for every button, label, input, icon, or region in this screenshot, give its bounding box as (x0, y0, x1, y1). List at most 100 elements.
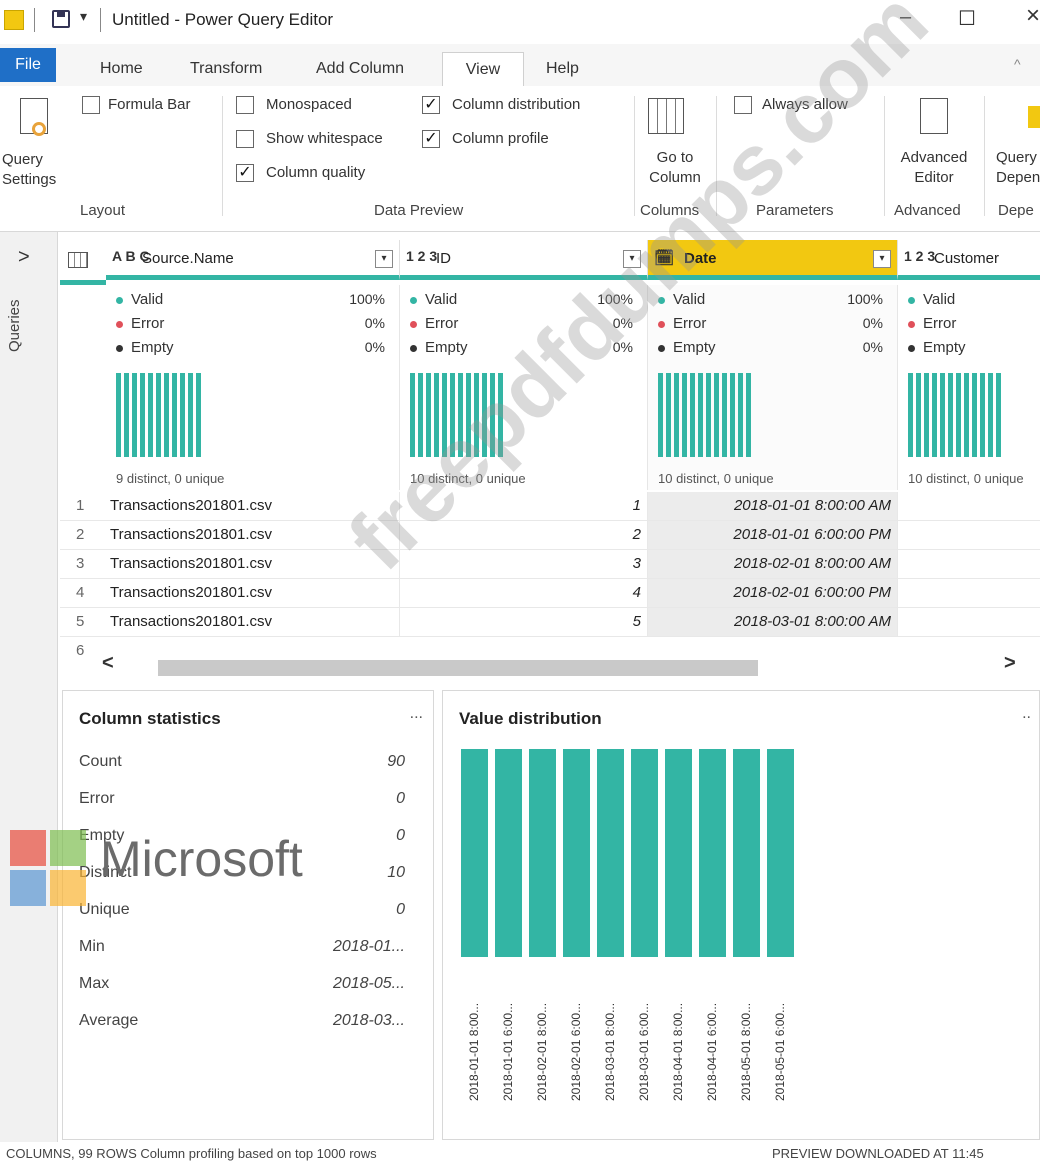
cell-date[interactable]: 2018-01-01 6:00:00 PM (648, 521, 898, 549)
stat-value: 2018-05... (332, 975, 405, 992)
filter-dropdown-icon[interactable]: ▾ (873, 250, 891, 268)
chevron-right-icon[interactable]: > (18, 246, 30, 269)
divider (34, 8, 35, 32)
query-settings-button[interactable]: Query Settings (0, 92, 70, 192)
table-row[interactable]: 5 Transactions201801.csv 5 2018-03-01 8:… (60, 608, 1040, 637)
row-number: 3 (76, 555, 85, 572)
column-name: Customer (934, 250, 1000, 267)
valid-percent: 100% (349, 291, 385, 307)
group-dependencies-label: Depe (998, 202, 1034, 219)
divider (634, 96, 635, 216)
horizontal-scrollbar[interactable]: < > (94, 652, 1030, 678)
cell-date[interactable]: 2018-03-01 8:00:00 AM (648, 608, 898, 636)
logo-yellow-square (50, 870, 86, 906)
column-quality-checkbox[interactable]: ✓ (236, 164, 254, 182)
scrollbar-thumb[interactable] (158, 660, 758, 676)
distribution-bar[interactable] (767, 749, 794, 957)
distribution-bar[interactable] (563, 749, 590, 957)
query-settings-label: Query Settings (2, 151, 57, 188)
cell-date[interactable]: 2018-01-01 8:00:00 AM (648, 492, 898, 520)
distribution-bar[interactable] (529, 749, 556, 957)
distribution-bar[interactable] (699, 749, 726, 957)
distribution-bars (116, 373, 201, 457)
logo-red-square (10, 830, 46, 866)
tab-help[interactable]: Help (536, 52, 589, 86)
distribution-menu-icon[interactable]: .. (1022, 705, 1031, 723)
number-type-icon[interactable]: 1 2 3 (406, 248, 437, 264)
scroll-right-icon[interactable]: > (1004, 652, 1016, 675)
query-dependencies-label: Query Dependencies (996, 149, 1040, 186)
valid-percent: 100% (847, 291, 883, 307)
formula-bar-checkbox[interactable] (82, 96, 100, 114)
column-profile-checkbox[interactable]: ✓ (422, 130, 440, 148)
distribution-bars (658, 373, 751, 457)
distribution-bar[interactable] (733, 749, 760, 957)
distribution-bar[interactable] (461, 749, 488, 957)
cell-id[interactable]: 4 (400, 579, 648, 607)
close-button[interactable]: × (1026, 2, 1040, 30)
cell-source-name[interactable]: Transactions201801.csv (106, 579, 400, 607)
cell-id[interactable]: 5 (400, 608, 648, 636)
error-percent: 0% (364, 315, 385, 331)
column-name: Source.Name (142, 250, 234, 267)
column-statistics-title: Column statistics (79, 709, 221, 728)
column-distribution-checkbox[interactable]: ✓ (422, 96, 440, 114)
tab-file[interactable]: File (0, 48, 56, 82)
error-dot-icon (116, 320, 123, 328)
column-header-source-name[interactable]: A B C Source.Name ▾ (106, 240, 400, 280)
empty-dot-icon (410, 344, 417, 352)
group-data-preview-label: Data Preview (374, 202, 464, 219)
show-whitespace-checkbox[interactable] (236, 130, 254, 148)
table-row[interactable]: 3 Transactions201801.csv 3 2018-02-01 8:… (60, 550, 1040, 579)
cell-source-name[interactable]: Transactions201801.csv (106, 608, 400, 636)
monospaced-checkbox[interactable] (236, 96, 254, 114)
quick-access-dropdown-icon[interactable]: ▾ (80, 8, 87, 25)
table-body: 1 Transactions201801.csv 1 2018-01-01 8:… (60, 492, 1040, 666)
stat-label: Max (79, 975, 110, 992)
column-statistics-panel: Column statistics ... Count 90 Error 0 Empty… (62, 690, 434, 1140)
number-type-icon[interactable]: 1 2 3 (904, 248, 935, 264)
table-row[interactable]: 4 Transactions201801.csv 4 2018-02-01 6:… (60, 579, 1040, 608)
tab-home[interactable]: Home (90, 52, 153, 86)
column-header-customer[interactable]: 1 2 3 Customer (898, 240, 1040, 280)
ribbon-view: Query Settings Formula Bar Layout Monosp… (0, 86, 1040, 232)
table-row[interactable]: 1 Transactions201801.csv 1 2018-01-01 8:… (60, 492, 1040, 521)
cell-date[interactable]: 2018-02-01 8:00:00 AM (648, 550, 898, 578)
distribution-bar-label: 2018-05-01 8:00... (739, 1002, 753, 1101)
empty-row: Empty (410, 339, 468, 356)
tab-add-column[interactable]: Add Column (306, 52, 414, 86)
row-number: 1 (76, 497, 85, 514)
distinct-summary: 10 distinct, 0 unique (908, 471, 1024, 486)
empty-dot-icon (658, 344, 665, 352)
empty-dot-icon (116, 344, 123, 352)
cell-id[interactable]: 3 (400, 550, 648, 578)
logo-green-square (50, 830, 86, 866)
monospaced-label: Monospaced (266, 96, 352, 113)
filter-dropdown-icon[interactable]: ▾ (375, 250, 393, 268)
scroll-left-icon[interactable]: < (102, 652, 114, 675)
tab-transform[interactable]: Transform (180, 52, 272, 86)
queries-pane[interactable]: > Queries (0, 232, 58, 1142)
valid-dot-icon (116, 296, 123, 304)
table-icon (68, 252, 88, 268)
distribution-bar[interactable] (631, 749, 658, 957)
collapse-ribbon-icon[interactable]: ^ (1014, 56, 1021, 72)
table-menu-button[interactable] (60, 240, 106, 285)
stat-value: 10 (387, 864, 405, 881)
column-profile-date: Valid 100% Error 0% Empty 0% 10 distinct… (648, 285, 898, 490)
tab-view[interactable]: View (442, 52, 524, 86)
maximize-button[interactable]: ☐ (958, 6, 976, 31)
statistics-menu-icon[interactable]: ... (410, 705, 423, 723)
distribution-bar[interactable] (597, 749, 624, 957)
query-dependencies-button[interactable]: Query Dependencies (990, 92, 1040, 192)
cell-source-name[interactable]: Transactions201801.csv (106, 550, 400, 578)
cell-date[interactable]: 2018-02-01 6:00:00 PM (648, 579, 898, 607)
table-row[interactable]: 2 Transactions201801.csv 2 2018-01-01 6:… (60, 521, 1040, 550)
distribution-bar-label: 2018-02-01 8:00... (535, 1002, 549, 1101)
advanced-editor-button[interactable]: Advanced Editor (892, 92, 982, 192)
save-icon[interactable] (52, 10, 70, 28)
distribution-bar[interactable] (495, 749, 522, 957)
logo-blue-square (10, 870, 46, 906)
distribution-bar[interactable] (665, 749, 692, 957)
distribution-bar-label: 2018-03-01 6:00... (637, 1002, 651, 1101)
